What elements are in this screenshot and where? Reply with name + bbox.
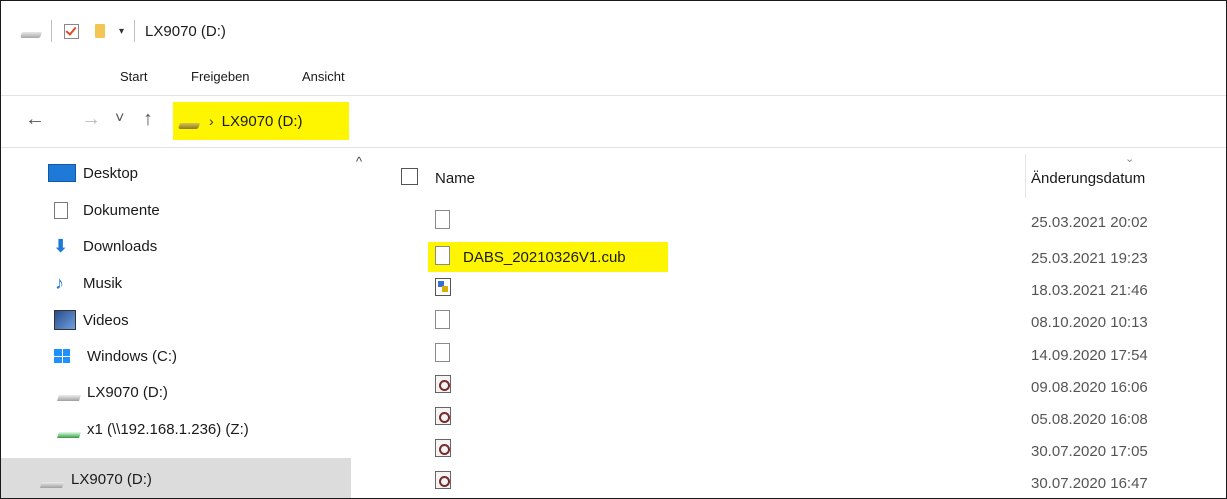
network-drive-icon (57, 432, 81, 438)
explorer-window: ▾ LX9070 (D:) Start Freigeben Ansicht ← … (0, 0, 1227, 499)
sidebar-item-label: Musik (83, 274, 123, 292)
sidebar-item-lx9070-drive[interactable]: LX9070 (D:) (1, 375, 351, 409)
downloads-icon: ⬇ (53, 235, 69, 256)
sidebar-item-label: Downloads (83, 237, 158, 255)
ribbon: Start Freigeben Ansicht (1, 61, 1226, 93)
column-header-name[interactable]: Name (435, 170, 475, 187)
file-date: 18.03.2021 21:46 (1031, 282, 1148, 299)
sidebar-item-label: LX9070 (D:) (71, 470, 152, 488)
file-date: 25.03.2021 19:23 (1031, 250, 1148, 267)
cub-file-icon (435, 246, 450, 265)
column-divider[interactable] (1025, 154, 1026, 198)
drive-icon (57, 395, 81, 401)
file-list: Name ⌄ Änderungsdatum 25.03.2021 20:02 D… (373, 148, 1226, 498)
sidebar-item-label: Desktop (83, 164, 139, 182)
tab-share[interactable]: Freigeben (191, 69, 250, 84)
scroll-up-icon[interactable]: ^ (356, 154, 362, 169)
tab-start[interactable]: Start (120, 69, 147, 84)
sidebar-item-windows-drive[interactable]: Windows (C:) (1, 339, 351, 373)
sidebar-item-label: Dokumente (83, 201, 160, 219)
sidebar-item-label: x1 (\\192.168.1.236) (Z:) (87, 420, 249, 438)
toolbar-divider (51, 20, 52, 42)
sort-chevron-icon: ⌄ (1125, 153, 1135, 165)
file-date: 14.09.2020 17:54 (1031, 347, 1148, 364)
file-date: 09.08.2020 16:06 (1031, 379, 1148, 396)
sidebar-item-downloads[interactable]: ⬇ Downloads (1, 229, 351, 263)
windows-drive-icon (54, 349, 70, 363)
toolbar-divider (134, 20, 136, 42)
chevron-right-icon[interactable]: › (209, 113, 214, 129)
file-row[interactable]: 08.10.2020 10:13 (373, 306, 1226, 338)
navigation-pane-scrollbar[interactable]: ^ (351, 148, 373, 498)
new-folder-icon[interactable] (95, 24, 105, 38)
documents-icon (54, 201, 68, 219)
file-name: DABS_20210326V1.cub (463, 249, 626, 266)
sidebar-item-videos[interactable]: Videos (1, 303, 351, 337)
tab-view[interactable]: Ansicht (302, 69, 345, 84)
file-row[interactable]: 09.08.2020 16:06 (373, 371, 1226, 403)
sidebar-item-documents[interactable]: Dokumente (1, 193, 351, 227)
properties-checkmark-icon[interactable] (64, 23, 79, 39)
title-bar: ▾ LX9070 (D:) (1, 1, 1226, 61)
file-date: 05.08.2020 16:08 (1031, 411, 1148, 428)
blank-file-icon (435, 310, 450, 329)
customize-quick-access-button[interactable]: ▾ (119, 26, 124, 37)
recent-locations-icon[interactable]: ˅ (115, 110, 124, 128)
file-row[interactable]: 14.09.2020 17:54 (373, 339, 1226, 371)
music-icon: ♪ (55, 272, 64, 293)
sidebar-item-music[interactable]: ♪ Musik (1, 266, 351, 300)
sidebar-item-label: Videos (83, 311, 129, 329)
window-title: LX9070 (D:) (145, 22, 226, 40)
file-row[interactable]: 30.07.2020 17:05 (373, 435, 1226, 467)
file-date: 30.07.2020 17:05 (1031, 443, 1148, 460)
videos-icon (54, 310, 76, 330)
navigation-bar: ← → ˅ ↑ › LX9070 (D:) (1, 96, 1226, 146)
file-row[interactable]: 05.08.2020 16:08 (373, 403, 1226, 435)
file-row[interactable]: 25.03.2021 20:02 (373, 206, 1226, 238)
desktop-icon (48, 164, 76, 182)
program-file-icon (435, 278, 451, 296)
up-arrow-icon[interactable]: ↑ (143, 108, 153, 131)
sidebar-item-label: Windows (C:) (87, 347, 178, 365)
blank-file-icon (435, 210, 450, 229)
file-date: 08.10.2020 10:13 (1031, 314, 1148, 331)
drive-icon (40, 482, 64, 488)
settings-file-icon (435, 407, 451, 425)
drive-icon (20, 32, 42, 38)
column-header-date[interactable]: Änderungsdatum (1031, 170, 1145, 187)
forward-arrow-icon[interactable]: → (81, 108, 101, 131)
select-all-checkbox[interactable] (401, 168, 418, 185)
settings-file-icon (435, 439, 451, 457)
address-bar[interactable]: › LX9070 (D:) (173, 102, 349, 140)
sidebar-item-lx9070-drive-selected[interactable]: LX9070 (D:) (1, 458, 351, 498)
back-arrow-icon[interactable]: ← (25, 108, 45, 131)
navigation-pane: Desktop Dokumente ⬇ Downloads ♪ Musik Vi… (1, 148, 351, 498)
drive-icon (178, 123, 200, 129)
file-row[interactable]: DABS_20210326V1.cub 25.03.2021 19:23 (373, 242, 1226, 274)
file-date: 30.07.2020 16:47 (1031, 475, 1148, 492)
settings-file-icon (435, 375, 451, 393)
sidebar-item-network-drive[interactable]: x1 (\\192.168.1.236) (Z:) (1, 412, 351, 446)
sidebar-item-label: LX9070 (D:) (87, 383, 168, 401)
settings-file-icon (435, 471, 451, 489)
blank-file-icon (435, 343, 450, 362)
file-date: 25.03.2021 20:02 (1031, 214, 1148, 231)
sidebar-item-desktop[interactable]: Desktop (1, 156, 351, 190)
file-row[interactable]: 18.03.2021 21:46 (373, 274, 1226, 306)
quick-access-toolbar: ▾ LX9070 (D:) (1, 1, 226, 61)
file-row[interactable]: 30.07.2020 16:47 (373, 467, 1226, 498)
breadcrumb[interactable]: LX9070 (D:) (222, 113, 303, 130)
